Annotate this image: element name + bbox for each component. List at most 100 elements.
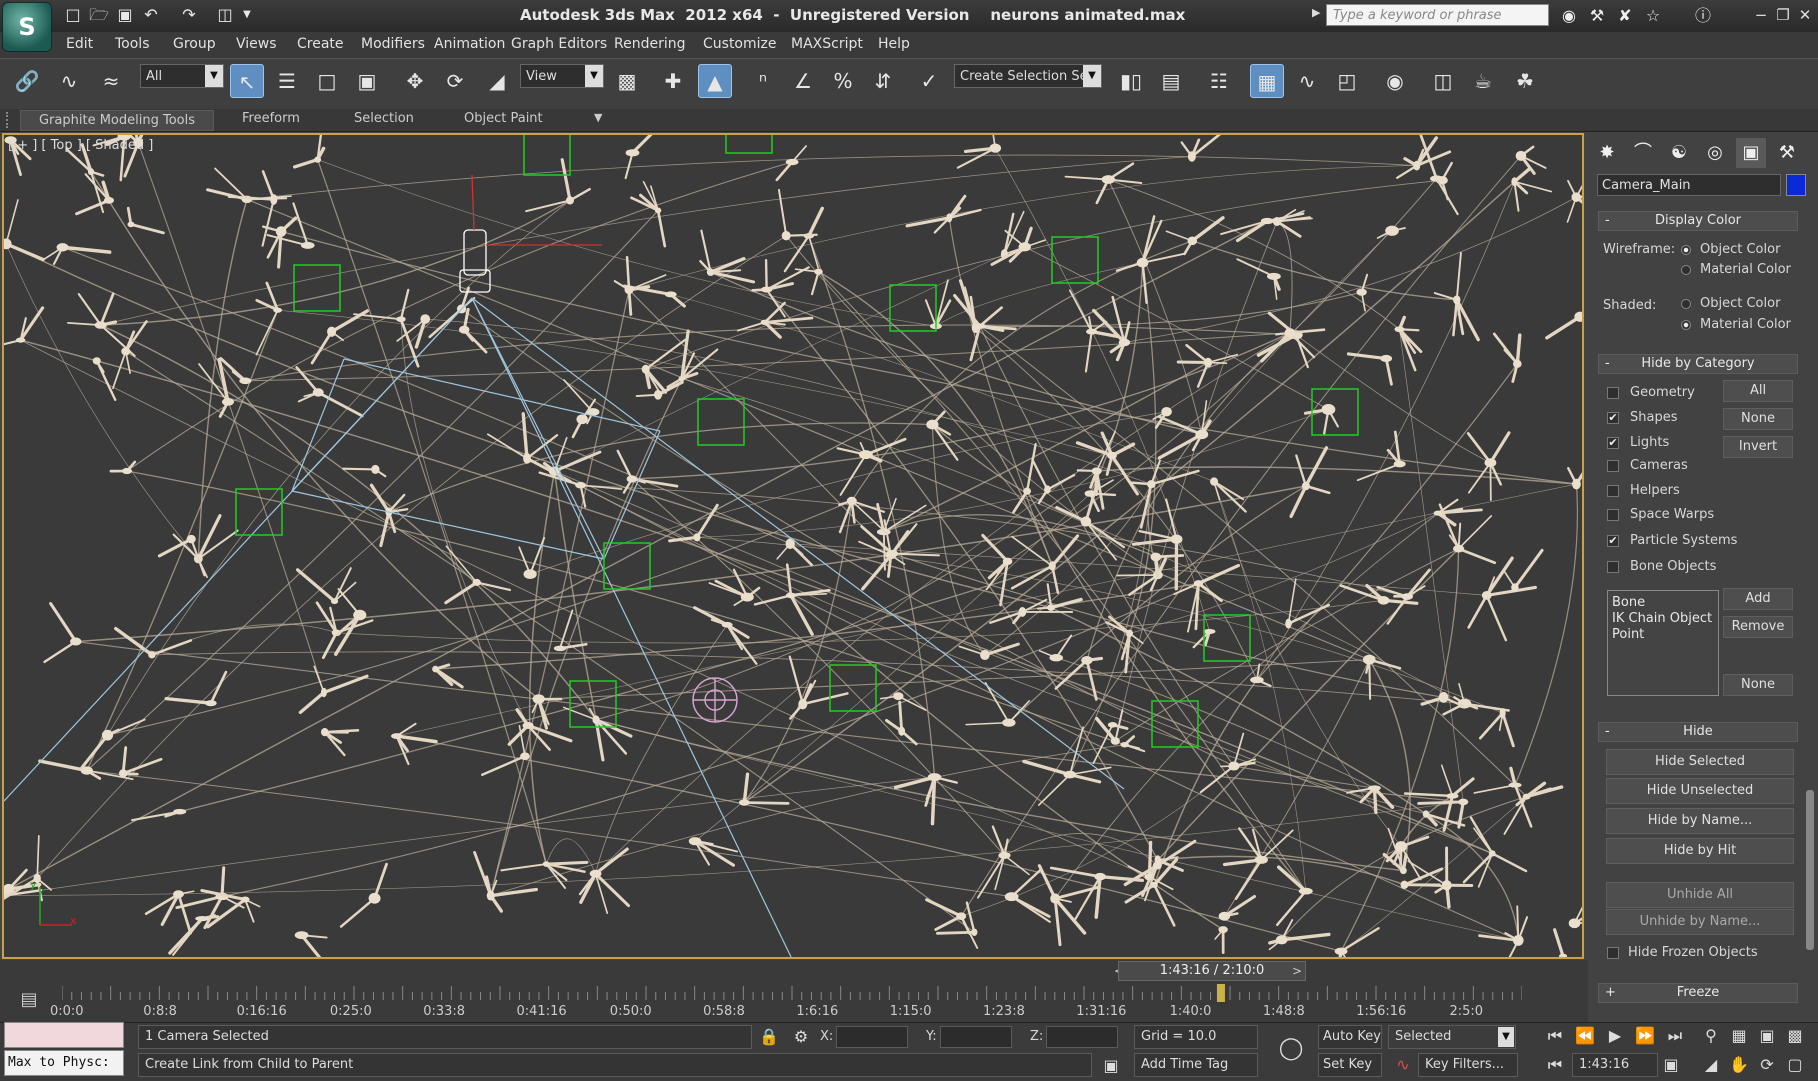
display-tab-icon[interactable]: ▣ (1736, 138, 1766, 168)
restore-icon[interactable]: ❐ (1774, 6, 1792, 24)
render-setup-icon[interactable]: ◫ (1426, 64, 1460, 98)
rectangular-selection-icon[interactable]: □ (310, 64, 344, 98)
spinner-snap-icon[interactable]: ⇵ (866, 64, 900, 98)
rendered-frame-window-icon[interactable]: ☕ (1466, 64, 1500, 98)
new-file-icon[interactable]: □ (62, 5, 84, 25)
time-tag-icon[interactable]: ▣ (1100, 1055, 1122, 1077)
project-folder-icon[interactable]: ◫ (214, 5, 236, 25)
menu-help[interactable]: Help (878, 36, 910, 52)
x-coordinate-input[interactable] (836, 1026, 908, 1048)
add-time-tag[interactable]: Add Time Tag (1134, 1053, 1258, 1077)
binoculars-icon[interactable]: ◉ (1558, 6, 1580, 26)
layer-manager-icon[interactable]: ☷ (1202, 64, 1236, 98)
hierarchy-tab-icon[interactable]: ☯ (1664, 138, 1694, 168)
category-checkbox-helpers[interactable] (1607, 485, 1619, 497)
z-coordinate-input[interactable] (1046, 1026, 1118, 1048)
list-item[interactable]: Point (1612, 627, 1714, 643)
category-invert-button[interactable]: Invert (1723, 436, 1793, 458)
rollout-hide-by-category[interactable]: -Hide by Category (1598, 354, 1798, 374)
create-tab-icon[interactable]: ✸ (1592, 138, 1622, 168)
category-checkbox-lights[interactable]: ✔ (1607, 437, 1619, 449)
menu-rendering[interactable]: Rendering (614, 36, 686, 52)
object-color-swatch[interactable] (1786, 174, 1806, 196)
schematic-view-icon[interactable]: ◰ (1330, 64, 1364, 98)
menu-views[interactable]: Views (236, 36, 277, 52)
select-and-move-icon[interactable]: ✥ (398, 64, 432, 98)
undo-icon[interactable]: ↶ (140, 5, 162, 25)
category-checkbox-particle-systems[interactable]: ✔ (1607, 535, 1619, 547)
reference-coordinate-dropdown[interactable]: View▼ (520, 64, 604, 88)
wireframe-material-color-radio[interactable] (1681, 265, 1691, 275)
ribbon-options-icon[interactable]: ▼ (594, 111, 602, 124)
mini-curve-editor-icon[interactable]: ▤ (16, 988, 42, 1012)
utilities-tab-icon[interactable]: ⚒ (1772, 138, 1802, 168)
menu-modifiers[interactable]: Modifiers (361, 36, 425, 52)
rollout-display-color[interactable]: -Display Color (1598, 211, 1798, 231)
modify-tab-icon[interactable]: ⌒ (1628, 138, 1658, 168)
unhide-by-name-button[interactable]: Unhide by Name... (1606, 909, 1794, 935)
select-and-rotate-icon[interactable]: ⟳ (438, 64, 472, 98)
category-checkbox-bone-objects[interactable] (1607, 561, 1619, 573)
shaded-object-color-radio[interactable] (1681, 299, 1691, 309)
category-filter-list[interactable]: Bone IK Chain Object Point (1607, 590, 1719, 696)
absolute-mode-transform-icon[interactable]: ⚙ (790, 1026, 812, 1048)
subscription-tools-icon[interactable]: ⚒ (1586, 6, 1608, 26)
quick-access-dropdown-icon[interactable]: ▼ (236, 5, 258, 25)
hide-selected-button[interactable]: Hide Selected (1606, 749, 1794, 775)
hide-unselected-button[interactable]: Hide Unselected (1606, 778, 1794, 804)
tab-freeform[interactable]: Freeform (242, 111, 300, 126)
goto-end-icon[interactable]: ⏭ (1664, 1025, 1686, 1047)
viewport-top[interactable] (2, 133, 1584, 959)
tab-object-paint[interactable]: Object Paint (464, 111, 543, 126)
y-coordinate-input[interactable] (940, 1026, 1012, 1048)
current-frame-field[interactable]: 1:43:16 (1572, 1053, 1658, 1077)
close-icon[interactable]: ✕ (1796, 6, 1814, 24)
previous-frame-icon[interactable]: ⏪ (1574, 1025, 1596, 1047)
list-item[interactable]: IK Chain Object (1612, 611, 1714, 627)
category-all-button[interactable]: All (1723, 380, 1793, 402)
viewport-label[interactable]: [ + ] [ Top ] [ Shaded ] (8, 138, 153, 153)
hide-frozen-checkbox[interactable] (1607, 947, 1619, 959)
key-tangent-icon[interactable]: ∿ (1392, 1054, 1414, 1076)
tab-graphite-modeling-tools[interactable]: Graphite Modeling Tools (20, 110, 214, 131)
category-checkbox-shapes[interactable]: ✔ (1607, 412, 1619, 424)
menu-group[interactable]: Group (173, 36, 216, 52)
align-icon[interactable]: ▤ (1154, 64, 1188, 98)
app-logo-button[interactable]: S (2, 2, 52, 52)
play-icon[interactable]: ▶ (1604, 1025, 1626, 1047)
ribbon-grip[interactable] (6, 112, 12, 128)
percent-snap-icon[interactable]: % (826, 64, 860, 98)
favorites-star-icon[interactable]: ☆ (1642, 6, 1664, 26)
keyboard-shortcut-override-icon[interactable]: ▲ (698, 64, 732, 98)
object-name-field[interactable]: Camera_Main (1597, 174, 1781, 196)
tab-selection[interactable]: Selection (354, 111, 414, 126)
category-add-button[interactable]: Add (1723, 588, 1793, 610)
selection-lock-icon[interactable]: 🔒 (758, 1026, 780, 1048)
unlink-icon[interactable]: ∿ (52, 64, 86, 98)
save-file-icon[interactable]: ▣ (114, 5, 136, 25)
hide-by-name-button[interactable]: Hide by Name... (1606, 808, 1794, 834)
snaps-toggle-icon[interactable]: ⁿ (746, 64, 780, 98)
window-crossing-icon[interactable]: ▣ (350, 64, 384, 98)
menu-maxscript[interactable]: MAXScript (791, 36, 863, 52)
mirror-icon[interactable]: ▮▯ (1114, 64, 1148, 98)
next-frame-icon[interactable]: ⏩ (1634, 1025, 1656, 1047)
key-mode-toggle-icon[interactable]: ⏮ (1544, 1054, 1566, 1076)
motion-tab-icon[interactable]: ◎ (1700, 138, 1730, 168)
zoom-extents-icon[interactable]: ▣ (1756, 1025, 1778, 1047)
maxscript-mini-listener-output[interactable] (4, 1022, 124, 1048)
select-object-icon[interactable]: ↖ (230, 64, 264, 98)
key-mode-dropdown[interactable]: Selected▼ (1388, 1025, 1516, 1049)
menu-graph-editors[interactable]: Graph Editors (511, 36, 607, 52)
minimize-icon[interactable]: − (1752, 6, 1770, 24)
current-time-marker[interactable] (1217, 984, 1225, 1002)
set-key-button[interactable]: Set Key (1318, 1053, 1382, 1077)
select-by-name-icon[interactable]: ☰ (270, 64, 304, 98)
pivot-center-icon[interactable]: ▩ (610, 64, 644, 98)
render-production-icon[interactable]: ☘ (1508, 64, 1542, 98)
category-checkbox-geometry[interactable] (1607, 387, 1619, 399)
redo-icon[interactable]: ↷ (178, 5, 200, 25)
curve-editor-icon[interactable]: ∿ (1290, 64, 1324, 98)
select-and-link-icon[interactable]: 🔗 (10, 64, 44, 98)
time-configuration-icon[interactable]: ▣ (1660, 1054, 1682, 1076)
